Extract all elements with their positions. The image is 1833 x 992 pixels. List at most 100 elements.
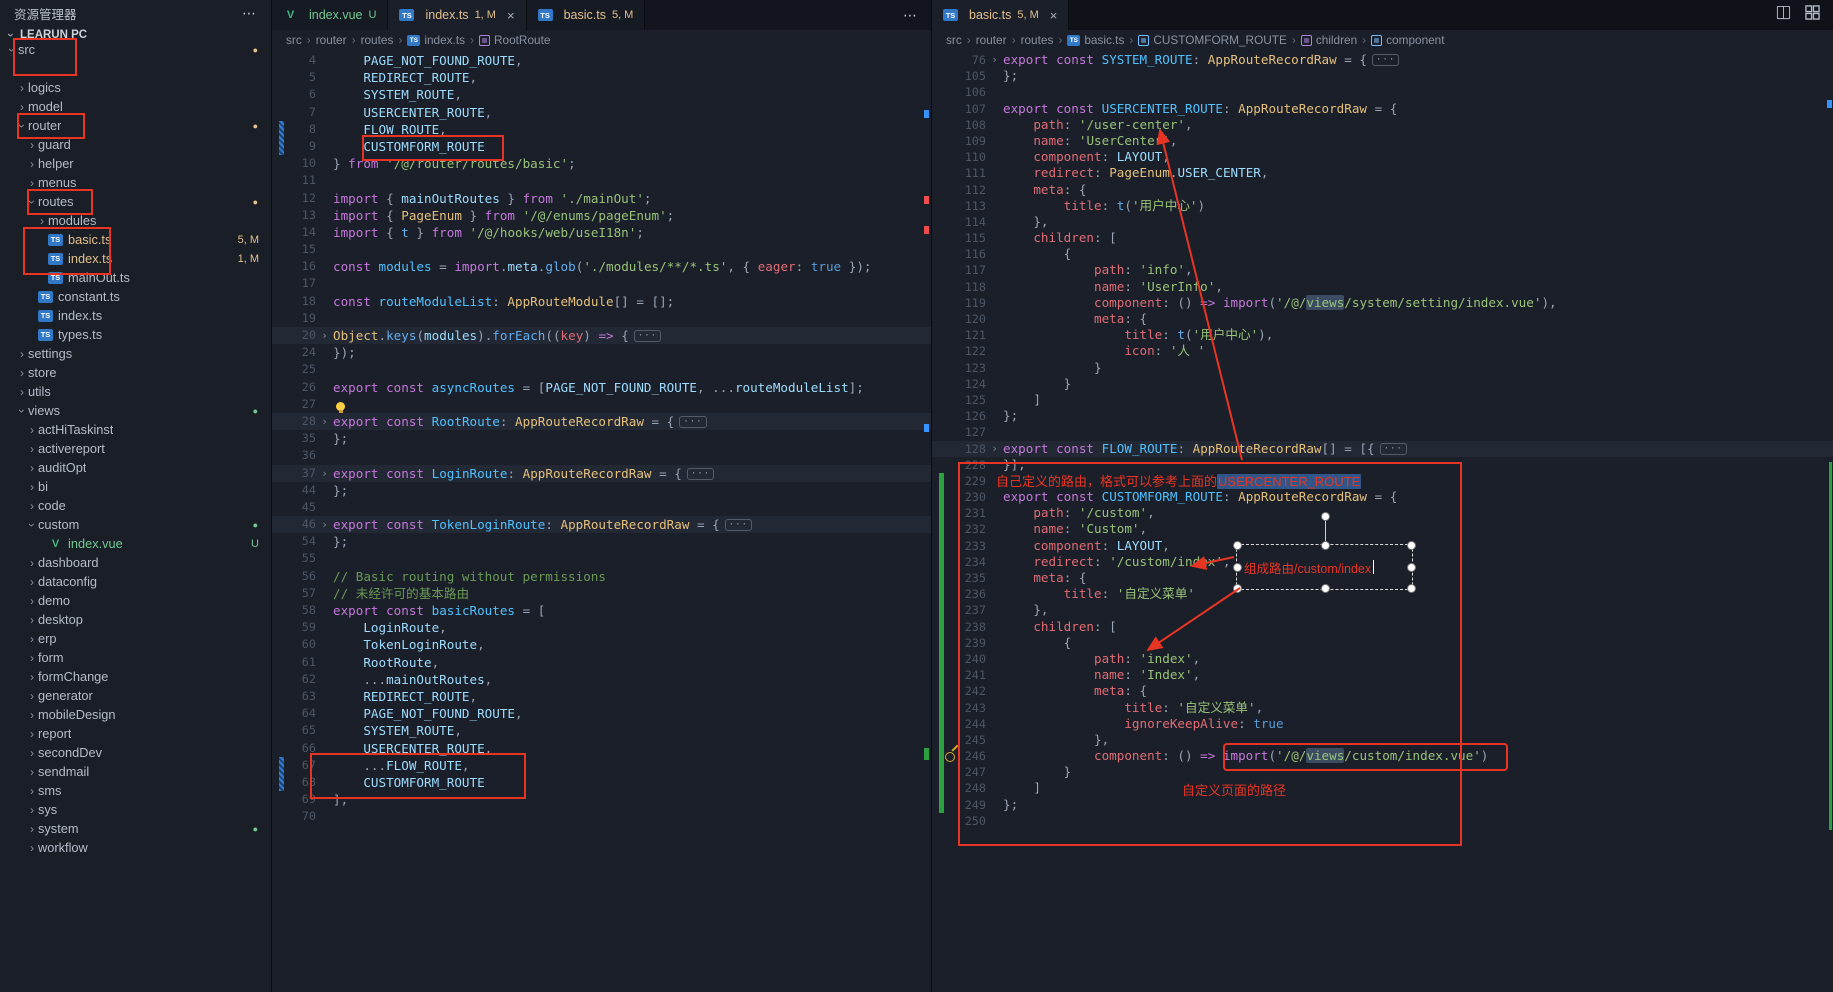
- tree-item-guard[interactable]: ›guard: [0, 135, 271, 154]
- tree-item-formChange[interactable]: ›formChange: [0, 667, 271, 686]
- chevron-right-icon[interactable]: ›: [26, 822, 38, 836]
- folded-code-ellipsis[interactable]: ···: [687, 468, 714, 480]
- code-line-247[interactable]: 247 }: [932, 764, 1833, 780]
- code-editor-basic-ts[interactable]: 76›export const SYSTEM_ROUTE: AppRouteRe…: [932, 50, 1833, 992]
- code-line-250[interactable]: 250: [932, 813, 1833, 829]
- tree-item-index.ts[interactable]: ›TSindex.ts1, M: [0, 249, 271, 268]
- breadcrumb-RootRoute[interactable]: RootRoute: [479, 33, 550, 47]
- code-line-24[interactable]: 24});: [272, 344, 932, 361]
- fold-icon[interactable]: ›: [986, 441, 1003, 457]
- code-line-59[interactable]: 59 LoginRoute,: [272, 619, 932, 636]
- tree-item-routes[interactable]: ›routes●: [0, 192, 271, 211]
- code-line-44[interactable]: 44};: [272, 482, 932, 499]
- code-line-106[interactable]: 106: [932, 84, 1833, 100]
- code-line-16[interactable]: 16const modules = import.meta.glob('./mo…: [272, 258, 932, 275]
- fold-icon[interactable]: ›: [316, 465, 333, 482]
- tree-item-sendmail[interactable]: ›sendmail: [0, 762, 271, 781]
- code-line-61[interactable]: 61 RootRoute,: [272, 654, 932, 671]
- tree-item-desktop[interactable]: ›desktop: [0, 610, 271, 629]
- editor-layout-icon[interactable]: [1805, 5, 1820, 25]
- code-line-229[interactable]: 229: [932, 473, 1833, 489]
- tree-item-system[interactable]: ›system●: [0, 819, 271, 838]
- chevron-right-icon[interactable]: ›: [26, 157, 38, 171]
- code-line-67[interactable]: 67 ...FLOW_ROUTE,: [272, 757, 932, 774]
- chevron-right-icon[interactable]: ›: [26, 651, 38, 665]
- code-line-114[interactable]: 114 },: [932, 214, 1833, 230]
- code-line-112[interactable]: 112 meta: {: [932, 182, 1833, 198]
- tab-index.ts[interactable]: TSindex.ts1, M×: [388, 0, 526, 30]
- code-line-26[interactable]: 26export const asyncRoutes = [PAGE_NOT_F…: [272, 379, 932, 396]
- code-line-108[interactable]: 108 path: '/user-center',: [932, 117, 1833, 133]
- code-line-233[interactable]: 233 component: LAYOUT,: [932, 538, 1833, 554]
- code-line-35[interactable]: 35};: [272, 430, 932, 447]
- split-editor-icon[interactable]: [1776, 5, 1791, 25]
- tree-item-settings[interactable]: ›settings: [0, 344, 271, 363]
- chevron-right-icon[interactable]: ›: [26, 765, 38, 779]
- chevron-right-icon[interactable]: ›: [26, 556, 38, 570]
- chevron-right-icon[interactable]: ›: [26, 442, 38, 456]
- chevron-right-icon[interactable]: ›: [26, 632, 38, 646]
- fold-icon[interactable]: ›: [316, 516, 333, 533]
- code-line-63[interactable]: 63 REDIRECT_ROUTE,: [272, 688, 932, 705]
- code-line-238[interactable]: 238 children: [: [932, 619, 1833, 635]
- code-line-25[interactable]: 25: [272, 361, 932, 378]
- chevron-right-icon[interactable]: ›: [26, 841, 38, 855]
- chevron-right-icon[interactable]: ›: [26, 613, 38, 627]
- breadcrumb-CUSTOMFORM_ROUTE[interactable]: CUSTOMFORM_ROUTE: [1138, 33, 1286, 47]
- chevron-right-icon[interactable]: ›: [26, 689, 38, 703]
- code-line-10[interactable]: 10} from '/@/router/routes/basic';: [272, 155, 932, 172]
- chevron-right-icon[interactable]: ›: [26, 423, 38, 437]
- code-line-248[interactable]: 248 ]: [932, 780, 1833, 796]
- code-line-62[interactable]: 62 ...mainOutRoutes,: [272, 671, 932, 688]
- code-line-235[interactable]: 235 meta: {: [932, 570, 1833, 586]
- lightbulb-icon[interactable]: [336, 402, 345, 411]
- code-editor-index-ts[interactable]: 4 PAGE_NOT_FOUND_ROUTE,5 REDIRECT_ROUTE,…: [272, 50, 932, 992]
- chevron-right-icon[interactable]: ›: [16, 385, 28, 399]
- code-line-244[interactable]: 244 ignoreKeepAlive: true: [932, 716, 1833, 732]
- code-line-121[interactable]: 121 title: t('用户中心'),: [932, 327, 1833, 343]
- code-line-7[interactable]: 7 USERCENTER_ROUTE,: [272, 104, 932, 121]
- code-line-242[interactable]: 242 meta: {: [932, 683, 1833, 699]
- chevron-right-icon[interactable]: ›: [26, 670, 38, 684]
- breadcrumb-index.ts[interactable]: TSindex.ts: [407, 33, 465, 47]
- tree-item-workflow[interactable]: ›workflow: [0, 838, 271, 857]
- code-line-69[interactable]: 69];: [272, 791, 932, 808]
- code-line-64[interactable]: 64 PAGE_NOT_FOUND_ROUTE,: [272, 705, 932, 722]
- code-line-125[interactable]: 125 ]: [932, 392, 1833, 408]
- breadcrumb-src[interactable]: src: [286, 33, 302, 47]
- code-line-111[interactable]: 111 redirect: PageEnum.USER_CENTER,: [932, 165, 1833, 181]
- code-line-128[interactable]: 128›export const FLOW_ROUTE: AppRouteRec…: [932, 441, 1833, 457]
- tree-item-demo[interactable]: ›demo: [0, 591, 271, 610]
- code-line-8[interactable]: 8 FLOW_ROUTE,: [272, 121, 932, 138]
- explorer-more-actions-icon[interactable]: ⋯: [242, 5, 257, 22]
- chevron-right-icon[interactable]: ›: [26, 575, 38, 589]
- code-line-17[interactable]: 17: [272, 275, 932, 292]
- code-line-56[interactable]: 56// Basic routing without permissions: [272, 568, 932, 585]
- code-line-115[interactable]: 115 children: [: [932, 230, 1833, 246]
- code-line-241[interactable]: 241 name: 'Index',: [932, 667, 1833, 683]
- code-line-37[interactable]: 37›export const LoginRoute: AppRouteReco…: [272, 465, 932, 482]
- tree-item-index.ts[interactable]: ›TSindex.ts: [0, 306, 271, 325]
- code-line-14[interactable]: 14import { t } from '/@/hooks/web/useI18…: [272, 224, 932, 241]
- chevron-down-icon[interactable]: ›: [25, 196, 39, 208]
- code-line-116[interactable]: 116 {: [932, 246, 1833, 262]
- tree-item-basic.ts[interactable]: ›TSbasic.ts5, M: [0, 230, 271, 249]
- chevron-right-icon[interactable]: ›: [26, 138, 38, 152]
- fold-icon[interactable]: ›: [986, 52, 1003, 68]
- tree-item-views[interactable]: ›views●: [0, 401, 271, 420]
- code-line-45[interactable]: 45: [272, 499, 932, 516]
- code-line-107[interactable]: 107export const USERCENTER_ROUTE: AppRou…: [932, 101, 1833, 117]
- code-line-246[interactable]: 246 component: () => import('/@/views/cu…: [932, 748, 1833, 764]
- code-line-5[interactable]: 5 REDIRECT_ROUTE,: [272, 69, 932, 86]
- code-line-60[interactable]: 60 TokenLoginRoute,: [272, 636, 932, 653]
- tree-item-index.vue[interactable]: ›Vindex.vueU: [0, 534, 271, 553]
- tree-item-mobileDesign[interactable]: ›mobileDesign: [0, 705, 271, 724]
- tree-item-dataconfig[interactable]: ›dataconfig: [0, 572, 271, 591]
- tree-item-custom[interactable]: ›custom●: [0, 515, 271, 534]
- folded-code-ellipsis[interactable]: ···: [725, 519, 752, 531]
- chevron-right-icon[interactable]: ›: [16, 100, 28, 114]
- tree-item-bi[interactable]: ›bi: [0, 477, 271, 496]
- chevron-right-icon[interactable]: ›: [26, 746, 38, 760]
- code-line-18[interactable]: 18const routeModuleList: AppRouteModule[…: [272, 293, 932, 310]
- code-line-119[interactable]: 119 component: () => import('/@/views/sy…: [932, 295, 1833, 311]
